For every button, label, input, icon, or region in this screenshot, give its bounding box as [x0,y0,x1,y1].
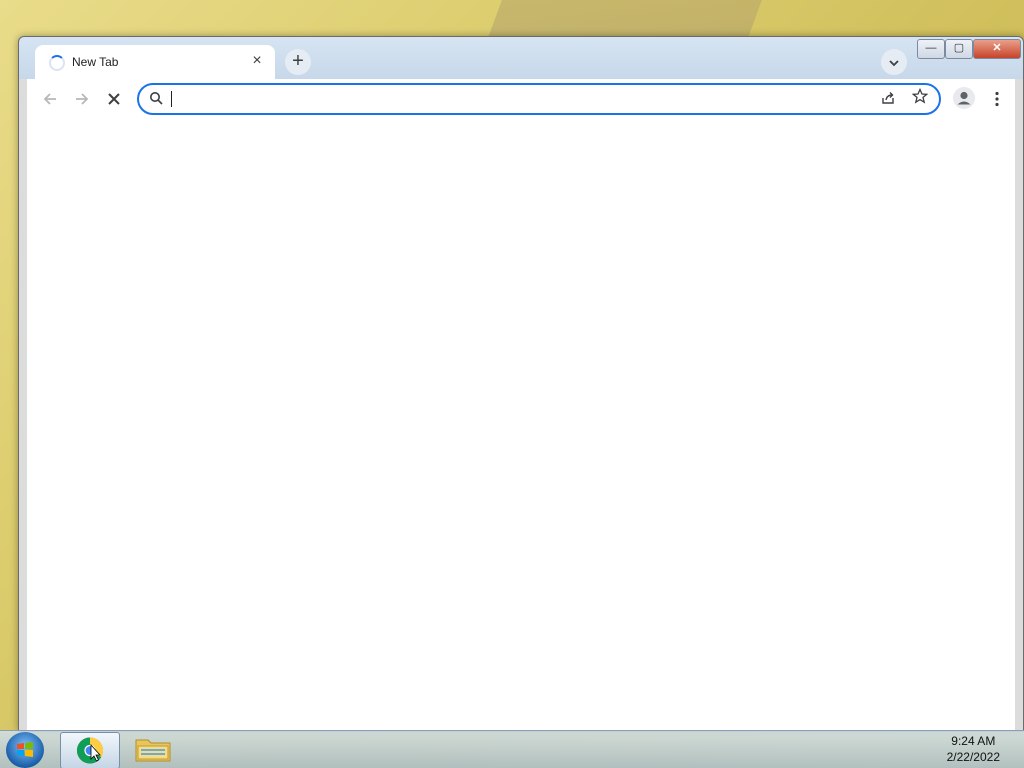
share-icon [882,92,894,104]
close-window-button[interactable]: ✕ [973,39,1021,59]
profile-icon [957,91,971,105]
profile-button[interactable] [953,87,975,109]
tab-title: New Tab [72,55,119,69]
taskbar-chrome[interactable] [60,732,120,768]
taskbar: 9:24 AM 2/22/2022 [0,730,1024,768]
system-clock[interactable]: 9:24 AM 2/22/2022 [947,733,1000,765]
forward-button[interactable] [69,85,95,111]
new-tab-button[interactable]: + [285,49,311,75]
star-icon [911,87,929,104]
clock-time: 9:24 AM [951,734,996,748]
stop-button[interactable] [101,85,127,111]
clock-date: 2/22/2022 [946,750,1000,764]
search-icon [150,92,163,105]
tab-close-button[interactable]: × [247,51,267,71]
address-input[interactable] [171,89,865,111]
bookmark-button[interactable] [911,87,929,106]
taskbar-file-explorer[interactable] [124,732,182,767]
tab-strip: New Tab × + — ▢ ✕ [19,37,1023,79]
chrome-icon [76,737,104,764]
back-button[interactable] [37,85,63,111]
close-icon [108,93,120,105]
text-caret [171,91,172,107]
arrow-right-icon [76,93,89,105]
window-controls: — ▢ ✕ [917,39,1021,59]
kebab-menu-icon [995,92,999,107]
minimize-button[interactable]: — [917,39,945,59]
menu-button[interactable] [987,85,1007,111]
address-bar[interactable] [137,83,941,115]
folder-icon [135,739,171,762]
page-content [27,117,1015,731]
chevron-down-icon [889,60,899,67]
browser-toolbar [27,79,1015,118]
maximize-button[interactable]: ▢ [945,39,973,59]
loading-spinner-icon [49,55,65,71]
browser-window: New Tab × + — ▢ ✕ [18,36,1024,732]
arrow-left-icon [43,93,56,105]
windows-logo-icon [17,742,33,757]
share-button[interactable] [879,90,897,108]
tab-search-button[interactable] [881,49,907,75]
start-button[interactable] [6,732,44,768]
tab-new-tab[interactable]: New Tab × [35,45,275,79]
